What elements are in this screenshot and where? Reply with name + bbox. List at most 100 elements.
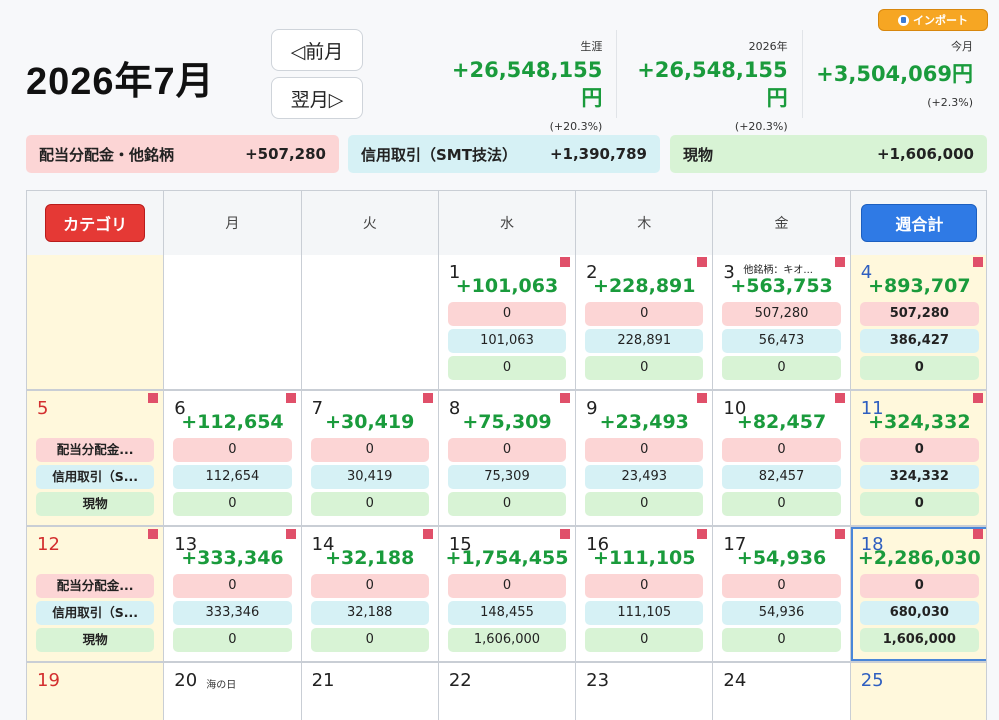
day-cell[interactable]: 21 [301,663,439,720]
day-cell[interactable]: 10 +82,457 0 82,457 0 [713,391,851,525]
import-button[interactable]: インポート [878,9,988,31]
day-number: 5 [37,398,49,419]
header-week-total-cell: 週合計 [850,191,986,255]
flag-icon[interactable] [697,393,708,403]
flag-icon[interactable] [148,393,159,403]
flag-icon[interactable] [285,393,296,403]
category-total-spot: 現物 +1,606,000 [670,135,987,173]
header-wed: 水 [438,191,577,255]
stat-value: +3,504,069円 [816,62,973,86]
day-cell[interactable]: 16 +111,105 0 111,105 0 [576,527,714,661]
category-value-pill: 0 [585,302,704,326]
category-value-pill: 0 [722,492,841,516]
category-total-dividend: 配当分配金・他銘柄 +507,280 [26,135,339,173]
flag-icon[interactable] [834,529,845,539]
day-cell[interactable]: 22 [438,663,577,720]
flag-icon[interactable] [560,393,571,403]
stat-lifetime: 生涯 +26,548,155円 (+20.3%) [432,30,618,133]
category-name: 配当分配金・他銘柄 [39,145,175,164]
sunday-cell[interactable] [27,255,165,389]
category-value-pill: 32,188 [310,601,429,625]
category-value-pill: 23,493 [585,465,704,489]
week-total-cell[interactable]: 4 +893,707 507,280 386,427 0 [850,255,986,389]
flag-icon[interactable] [697,257,708,267]
flag-icon[interactable] [697,529,708,539]
day-total: +1,754,455 [445,547,569,569]
header-mon: 月 [164,191,302,255]
day-cell[interactable]: 8 +75,309 0 75,309 0 [438,391,577,525]
day-cell[interactable]: 1 +101,063 0 101,063 0 [438,255,577,389]
flag-icon[interactable] [148,529,159,539]
category-value-pill: 82,457 [722,465,841,489]
category-value: +1,606,000 [876,145,974,163]
stat-percent: (+2.3%) [927,96,973,109]
import-label: インポート [913,14,968,27]
next-month-button[interactable]: 翌月▷ [271,77,363,119]
day-number: 25 [860,670,884,691]
stat-percent: (+20.3%) [549,120,603,133]
flag-icon[interactable] [422,529,433,539]
flag-icon[interactable] [834,257,845,267]
sunday-cell[interactable]: 12 配当分配金... 信用取引（S... 現物 [27,527,165,661]
category-value-pill: 54,936 [722,601,841,625]
day-total: +101,063 [455,275,559,297]
day-cell[interactable]: 7 +30,419 0 30,419 0 [301,391,439,525]
day-number: 20 [174,670,198,691]
category-value: +507,280 [245,145,326,163]
row-label: 配当分配金... [36,438,155,462]
flag-icon[interactable] [972,529,983,539]
row-label: 配当分配金... [36,574,155,598]
day-cell[interactable]: 23 [576,663,714,720]
category-value-pill: 0 [447,356,567,380]
flag-icon[interactable] [422,393,433,403]
week-total: +324,332 [868,411,971,433]
week-value-pill: 0 [859,438,979,462]
week-total-cell[interactable]: 25 [850,663,986,720]
day-cell[interactable]: 20 海の日 [164,663,302,720]
category-button[interactable]: カテゴリ [45,204,146,242]
day-cell[interactable]: 9 +23,493 0 23,493 0 [576,391,714,525]
flag-icon[interactable] [560,257,571,267]
day-cell[interactable] [164,255,302,389]
day-cell[interactable]: 3 他銘柄：キオ... +563,753 507,280 56,473 0 [713,255,851,389]
calendar-grid: カテゴリ 月 火 水 木 金 週合計 1 +101,063 0 101,063 0 2 +2… [26,190,987,720]
day-total: +111,105 [593,547,696,569]
day-cell[interactable]: 15 +1,754,455 0 148,455 1,606,000 [438,527,577,661]
day-cell[interactable]: 17 +54,936 0 54,936 0 [713,527,851,661]
day-cell[interactable]: 2 +228,891 0 228,891 0 [576,255,714,389]
month-title: 2026年7月 [26,61,215,103]
day-cell[interactable] [301,255,439,389]
prev-month-button[interactable]: ◁前月 [271,29,363,71]
category-value-pill: 0 [722,574,841,598]
day-cell[interactable]: 6 +112,654 0 112,654 0 [164,391,302,525]
sunday-cell[interactable]: 5 配当分配金... 信用取引（S... 現物 [27,391,165,525]
category-value-pill: 0 [173,438,292,462]
day-number: 21 [311,670,335,691]
holiday-label: 海の日 [206,680,237,691]
category-total-margin: 信用取引（SMT技法） +1,390,789 [348,135,660,173]
category-value-pill: 101,063 [447,329,567,353]
row-label: 現物 [36,628,155,652]
category-value-pill: 0 [173,628,292,652]
week-total-cell[interactable]: 18 +2,286,030 0 680,030 1,606,000 [850,527,986,661]
category-value-pill: 0 [447,302,567,326]
flag-icon[interactable] [972,393,983,403]
sunday-cell[interactable]: 19 [27,663,165,720]
flag-icon[interactable] [285,529,296,539]
flag-icon[interactable] [834,393,845,403]
day-cell[interactable]: 14 +32,188 0 32,188 0 [301,527,439,661]
day-cell[interactable]: 13 +333,346 0 333,346 0 [164,527,302,661]
flag-icon[interactable] [972,257,983,267]
category-value-pill: 0 [310,574,429,598]
category-value-pill: 0 [447,438,567,462]
week-value-pill: 0 [859,492,979,516]
week-total-cell[interactable]: 11 +324,332 0 324,332 0 [850,391,986,525]
category-value-pill: 507,280 [722,302,841,326]
day-number: 12 [37,534,60,555]
day-total: +112,654 [181,411,284,433]
category-value-pill: 0 [585,356,704,380]
day-cell[interactable]: 24 [713,663,851,720]
week-total-button[interactable]: 週合計 [861,204,978,242]
flag-icon[interactable] [560,529,571,539]
calendar-page: インポート 2026年7月 ◁前月 翌月▷ 生涯 +26,548,155円 (+… [0,0,999,720]
